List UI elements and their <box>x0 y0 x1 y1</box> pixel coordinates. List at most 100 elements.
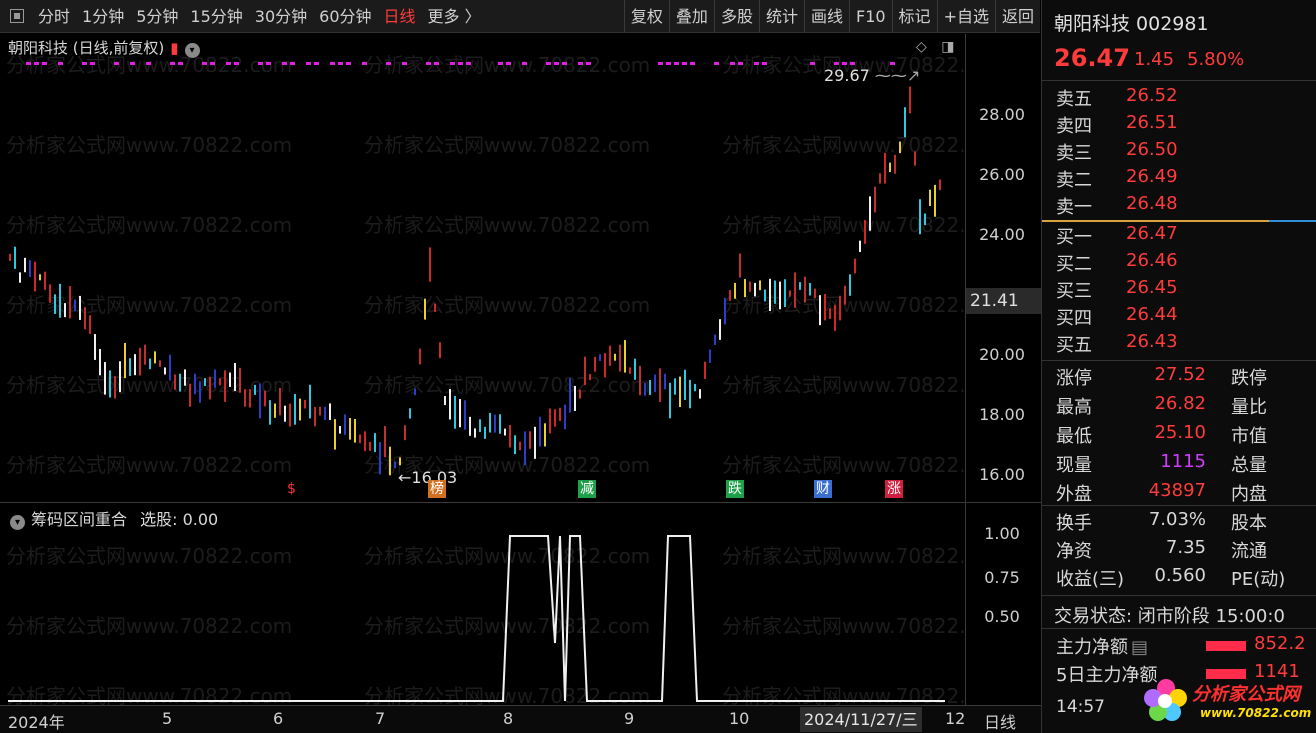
signal-dot <box>578 62 583 65</box>
indicator-value: 选股: 0.00 <box>140 510 219 529</box>
watermark: 分析家公式网www.70822.com <box>6 544 292 568</box>
watermark: 分析家公式网www.70822.com <box>364 373 650 397</box>
period-tab-intraday[interactable]: 分时 <box>32 0 76 33</box>
signal-dot <box>26 62 31 65</box>
signal-dot <box>330 62 335 65</box>
watermark: 分析家公式网www.70822.com <box>6 293 292 317</box>
event-marker[interactable]: $ <box>285 480 298 498</box>
bid-row: 买三 26.45 <box>1056 277 1178 302</box>
signal-dot <box>258 62 263 65</box>
watermark: 分析家公式网www.70822.com <box>6 213 292 237</box>
trade-state: 交易状态: 闭市阶段 15:00:0 <box>1054 606 1285 627</box>
date-tick: 6 <box>273 709 284 728</box>
signal-dot <box>338 62 343 65</box>
ask-row: 卖二 26.49 <box>1056 166 1178 191</box>
overlay-button[interactable]: 叠加 <box>668 0 714 33</box>
signal-dot <box>314 62 319 65</box>
main-flow-row: 主力净额 ▤ 852.2 <box>1056 633 1306 658</box>
candlestick-canvas[interactable]: 分析家公式网www.70822.com 分析家公式网www.70822.com 分析… <box>0 34 965 502</box>
signal-dot <box>58 62 63 65</box>
axis-mode-label[interactable]: 日线 <box>984 709 1016 733</box>
signal-dot <box>90 62 95 65</box>
mark-button[interactable]: 标记 <box>891 0 937 33</box>
indicator-panel[interactable]: 分析家公式网www.70822.com 分析家公式网www.70822.com 分析… <box>0 502 965 706</box>
signal-dot <box>130 62 135 65</box>
signal-dot <box>34 62 39 65</box>
list-icon[interactable]: ▤ <box>1131 637 1148 658</box>
dropdown-icon[interactable]: ▾ <box>10 515 25 530</box>
signal-dot <box>266 62 271 65</box>
panel-toggle-icon[interactable]: ◨ <box>941 39 954 55</box>
stat-row: 净资 7.35 流通 <box>1056 537 1267 562</box>
menu-icon[interactable] <box>10 9 24 23</box>
signal-dot <box>498 62 503 65</box>
signal-dot <box>834 62 839 65</box>
watermark: 分析家公式网www.70822.com <box>6 453 292 477</box>
ask-row: 卖五 26.52 <box>1056 85 1178 110</box>
signal-dot <box>554 62 559 65</box>
date-tick: 10 <box>729 709 750 728</box>
event-marker[interactable]: 涨 <box>885 480 903 498</box>
diamond-icon[interactable]: ◇ <box>916 39 927 55</box>
event-marker[interactable]: 减 <box>578 480 596 498</box>
add-watchlist-button[interactable]: +自选 <box>936 0 995 33</box>
ask-row: 卖三 26.50 <box>1056 139 1178 164</box>
signal-dot <box>146 62 151 65</box>
signal-dot <box>306 62 311 65</box>
indicator-tick: 1.00 <box>984 524 1020 543</box>
signal-dot <box>762 62 767 65</box>
price-axis: 28.00 26.00 24.00 20.00 18.00 16.00 21.4… <box>965 34 1042 502</box>
period-tab-30min[interactable]: 30分钟 <box>249 0 313 33</box>
watermark: 分析家公式网www.70822.com <box>722 544 965 568</box>
signal-dot <box>234 62 239 65</box>
signal-dot <box>714 62 719 65</box>
signal-dot <box>226 62 231 65</box>
event-marker[interactable]: 财 <box>814 480 832 498</box>
candlestick-chart[interactable]: 分析家公式网www.70822.com 分析家公式网www.70822.com 分析… <box>0 34 965 502</box>
period-more-menu[interactable]: 更多 〉 <box>422 0 487 33</box>
watermark: 分析家公式网www.70822.com <box>6 614 292 638</box>
chart-title: 朝阳科技 (日线,前复权) ▮ ▾ <box>8 37 200 58</box>
watermark: 分析家公式网www.70822.com <box>722 453 965 477</box>
stat-row: 现量 1115 总量 <box>1056 451 1267 476</box>
date-tick: 2024年 <box>8 713 65 732</box>
flower-logo-icon <box>1144 679 1187 721</box>
signal-dot <box>178 62 183 65</box>
quote-time: 14:57 <box>1056 697 1105 717</box>
period-tab-1min[interactable]: 1分钟 <box>76 0 130 33</box>
signal-dot <box>450 62 455 65</box>
signal-dot <box>522 62 527 65</box>
draw-line-button[interactable]: 画线 <box>803 0 849 33</box>
event-marker[interactable]: 跌 <box>726 480 744 498</box>
period-tab-daily[interactable]: 日线 <box>378 0 422 33</box>
stat-row: 换手 7.03% 股本 <box>1056 509 1267 534</box>
watermark: 分析家公式网www.70822.com <box>364 293 650 317</box>
price-tick: 16.00 <box>979 465 1025 484</box>
signal-dot <box>42 62 47 65</box>
watermark: 分析家公式网www.70822.com <box>364 684 650 706</box>
f10-button[interactable]: F10 <box>848 0 892 33</box>
price-tick: 28.00 <box>979 105 1025 124</box>
back-button[interactable]: 返回 <box>994 0 1040 33</box>
adjust-button[interactable]: 复权 <box>623 0 669 33</box>
bid-row: 买二 26.46 <box>1056 250 1178 275</box>
dropdown-icon[interactable]: ▾ <box>184 43 200 58</box>
stat-row: 最低 25.10 市值 <box>1056 422 1267 447</box>
period-tab-60min[interactable]: 60分钟 <box>313 0 377 33</box>
event-marker[interactable]: 榜 <box>428 480 446 498</box>
date-axis: 2024年 5 6 7 8 9 10 2024/11/27/三 12 日线 <box>0 705 1041 733</box>
signal-dot <box>738 62 743 65</box>
period-tab-15min[interactable]: 15分钟 <box>184 0 248 33</box>
chart-toolbar: 分时 1分钟 5分钟 15分钟 30分钟 60分钟 日线 更多 〉 复权 叠加 … <box>0 0 1040 33</box>
period-tab-5min[interactable]: 5分钟 <box>130 0 184 33</box>
signal-dot <box>210 62 215 65</box>
multi-stock-button[interactable]: 多股 <box>713 0 759 33</box>
indicator-axis: 1.00 0.75 0.50 <box>965 502 1041 705</box>
price-change: 1.45 <box>1134 49 1175 70</box>
signal-dot <box>290 62 295 65</box>
stats-button[interactable]: 统计 <box>758 0 804 33</box>
signal-dot <box>506 62 511 65</box>
flag-icon[interactable]: ▮ <box>170 39 178 57</box>
date-tick: 8 <box>503 709 514 728</box>
indicator-name[interactable]: 筹码区间重合 <box>31 510 127 529</box>
